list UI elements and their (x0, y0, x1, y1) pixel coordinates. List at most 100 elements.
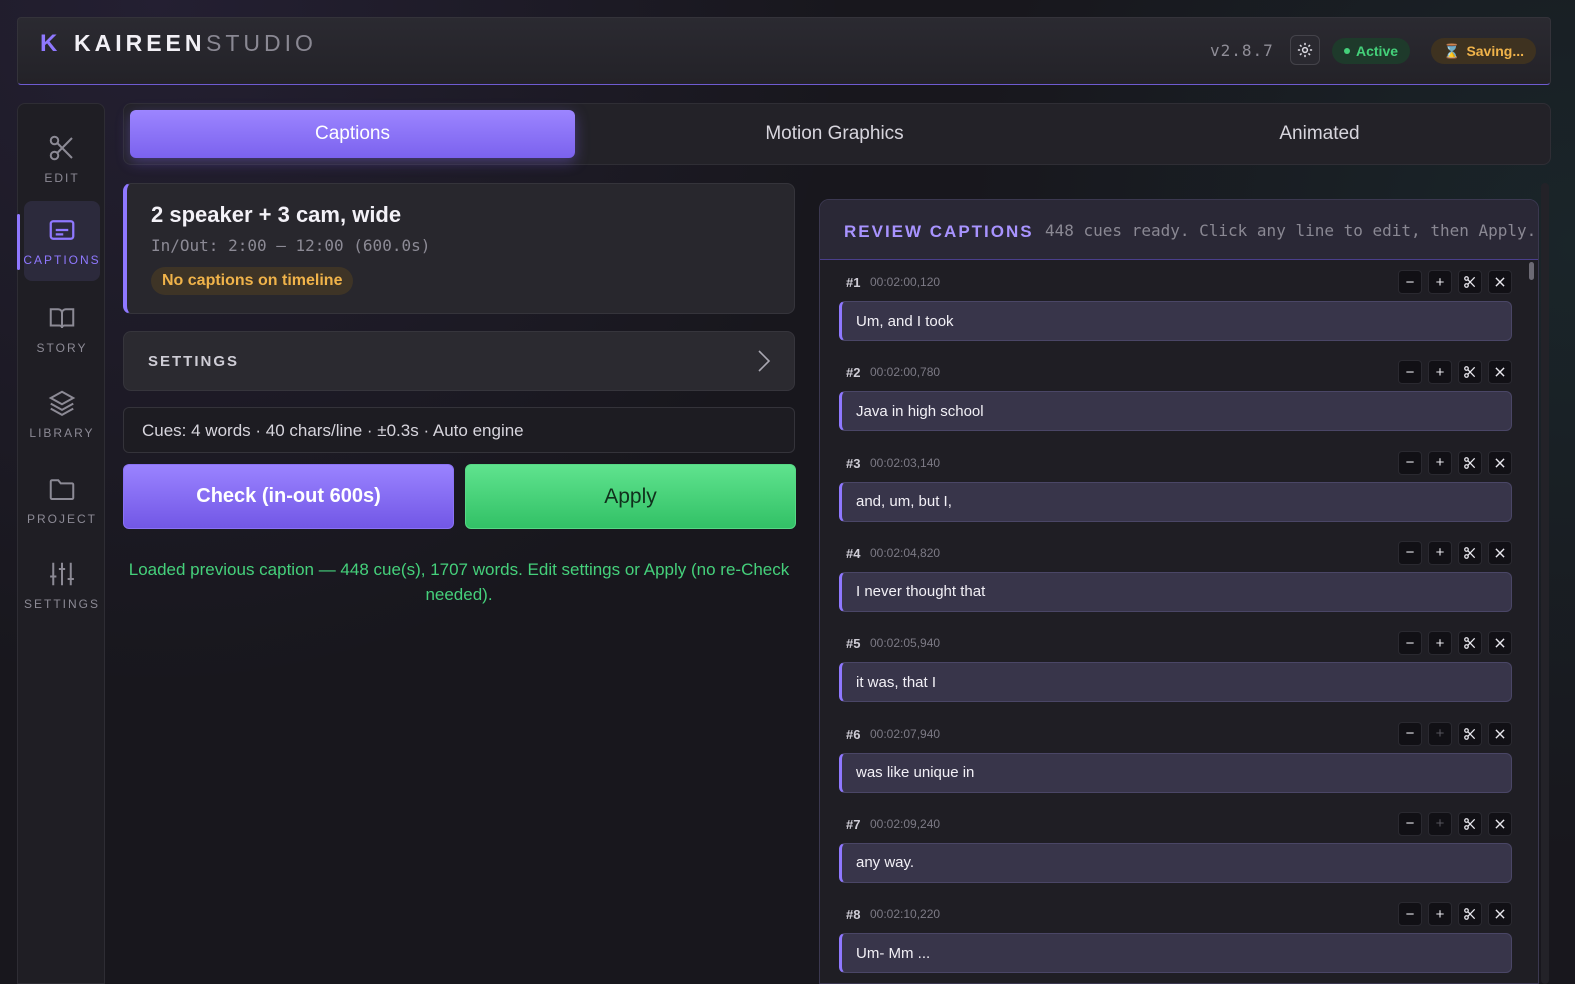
scissors-icon (1463, 727, 1477, 741)
minus-icon: − (1405, 815, 1415, 833)
mode-tabs: Captions Motion Graphics Animated (123, 103, 1551, 165)
cue-controls: − + (1398, 360, 1512, 385)
status-active-label: Active (1356, 43, 1399, 59)
status-saving-label: Saving... (1466, 43, 1525, 59)
brand-sub: STUDIO (206, 30, 317, 56)
sidebar-item-captions[interactable]: CAPTIONS (23, 201, 100, 281)
version-label: v2.8.7 (1210, 41, 1274, 60)
cue-number: #2 (846, 365, 861, 381)
cue-minus-button[interactable]: − (1398, 721, 1422, 746)
cue-minus-button[interactable]: − (1398, 902, 1422, 927)
cue-minus-button[interactable]: − (1398, 631, 1422, 656)
sidebar-item-library[interactable]: LIBRARY (24, 374, 100, 454)
cue-text-input[interactable]: it was, that I (839, 662, 1512, 703)
brand-logo-icon: K (40, 30, 58, 57)
cue-row: #8 00:02:10,220− + Um- Mm ... (839, 893, 1512, 983)
cue-delete-button[interactable] (1488, 902, 1512, 927)
cue-plus-button[interactable]: + (1428, 811, 1452, 836)
cue-row: #7 00:02:09,240− + any way. (839, 803, 1512, 893)
cue-timestamp: 00:02:07,940 (870, 726, 941, 741)
cue-timestamp: 00:02:04,820 (870, 545, 941, 560)
review-scrollbar-thumb[interactable] (1529, 262, 1534, 280)
cue-text-input[interactable]: any way. (839, 842, 1512, 883)
sidebar-item-project[interactable]: PROJECT (24, 460, 100, 540)
minus-icon: − (1405, 273, 1415, 291)
settings-collapsible[interactable]: SETTINGS (123, 331, 795, 391)
cue-controls: − + (1398, 721, 1512, 746)
cues-summary: Cues: 4 words · 40 chars/line · ±0.3s · … (123, 407, 795, 453)
cue-plus-button[interactable]: + (1428, 360, 1452, 385)
folder-icon (49, 479, 75, 500)
cue-minus-button[interactable]: − (1398, 270, 1422, 294)
cue-minus-button[interactable]: − (1398, 540, 1422, 565)
tab-motion-graphics[interactable]: Motion Graphics (592, 110, 1077, 158)
scissors-icon (1463, 546, 1477, 560)
close-icon (1493, 365, 1507, 379)
cue-delete-button[interactable] (1488, 811, 1512, 836)
review-header: REVIEW CAPTIONS 448 cues ready. Click an… (820, 200, 1538, 260)
check-button[interactable]: Check (in-out 600s) (123, 464, 454, 529)
cue-text-input[interactable]: I never thought that (839, 571, 1512, 612)
sidebar-item-label: LIBRARY (29, 426, 95, 440)
cue-text-input[interactable]: and, um, but I, (839, 481, 1512, 522)
cue-controls: − + (1398, 811, 1512, 836)
cue-row: #1 00:02:00,120− + Um, and I took (839, 261, 1512, 351)
cue-delete-button[interactable] (1488, 721, 1512, 746)
cue-split-button[interactable] (1458, 721, 1482, 746)
cue-plus-button[interactable]: + (1428, 540, 1452, 565)
cue-delete-button[interactable] (1488, 540, 1512, 565)
cue-split-button[interactable] (1458, 631, 1482, 656)
cue-controls: − + (1398, 631, 1512, 656)
tab-animated[interactable]: Animated (1077, 110, 1562, 158)
layers-icon (48, 390, 76, 417)
cue-split-button[interactable] (1458, 811, 1482, 836)
plus-icon: + (1435, 905, 1445, 923)
cue-split-button[interactable] (1458, 540, 1482, 565)
project-card: 2 speaker + 3 cam, wide In/Out: 2:00 – 1… (123, 183, 795, 314)
sidebar-item-settings[interactable]: SETTINGS (24, 545, 100, 625)
cue-split-button[interactable] (1458, 450, 1482, 475)
cue-split-button[interactable] (1458, 360, 1482, 385)
cue-plus-button[interactable]: + (1428, 631, 1452, 656)
cue-delete-button[interactable] (1488, 450, 1512, 475)
scissors-icon (1463, 456, 1477, 470)
cue-timestamp: 00:02:10,220 (870, 907, 941, 922)
plus-icon: + (1435, 634, 1445, 652)
cue-minus-button[interactable]: − (1398, 360, 1422, 385)
cue-text-input[interactable]: Um- Mm ... (839, 933, 1512, 974)
cue-split-button[interactable] (1458, 902, 1482, 927)
sidebar-item-story[interactable]: STORY (24, 289, 100, 369)
cue-delete-button[interactable] (1488, 270, 1512, 294)
cue-controls: − + (1398, 270, 1512, 294)
cue-number: #3 (846, 455, 861, 471)
project-title: 2 speaker + 3 cam, wide (151, 202, 402, 227)
close-icon (1493, 907, 1507, 921)
close-icon (1493, 636, 1507, 650)
scissors-icon (1463, 636, 1477, 650)
cue-number: #5 (846, 636, 861, 652)
cue-text-input[interactable]: Um, and I took (839, 301, 1512, 341)
cue-row: #5 00:02:05,940− + it was, that I (839, 622, 1512, 712)
tab-captions[interactable]: Captions (130, 110, 575, 158)
cue-plus-button[interactable]: + (1428, 270, 1452, 294)
cue-plus-button[interactable]: + (1428, 450, 1452, 475)
sidebar-item-edit[interactable]: EDIT (24, 119, 100, 199)
settings-button[interactable] (1290, 35, 1320, 65)
gear-icon (1297, 42, 1313, 58)
cue-timestamp: 00:02:09,240 (870, 816, 941, 831)
cue-timestamp: 00:02:00,780 (870, 365, 941, 380)
apply-button[interactable]: Apply (465, 464, 796, 529)
page-scrollbar[interactable] (1541, 183, 1549, 984)
cue-plus-button[interactable]: + (1428, 902, 1452, 927)
scissors-icon (1463, 365, 1477, 379)
cue-minus-button[interactable]: − (1398, 811, 1422, 836)
review-subtitle: 448 cues ready. Click any line to edit, … (1045, 221, 1537, 240)
cue-minus-button[interactable]: − (1398, 450, 1422, 475)
cue-text-input[interactable]: was like unique in (839, 752, 1512, 793)
cue-text-input[interactable]: Java in high school (839, 391, 1512, 432)
minus-icon: − (1405, 634, 1415, 652)
cue-delete-button[interactable] (1488, 360, 1512, 385)
cue-delete-button[interactable] (1488, 631, 1512, 656)
cue-split-button[interactable] (1458, 270, 1482, 294)
cue-plus-button[interactable]: + (1428, 721, 1452, 746)
